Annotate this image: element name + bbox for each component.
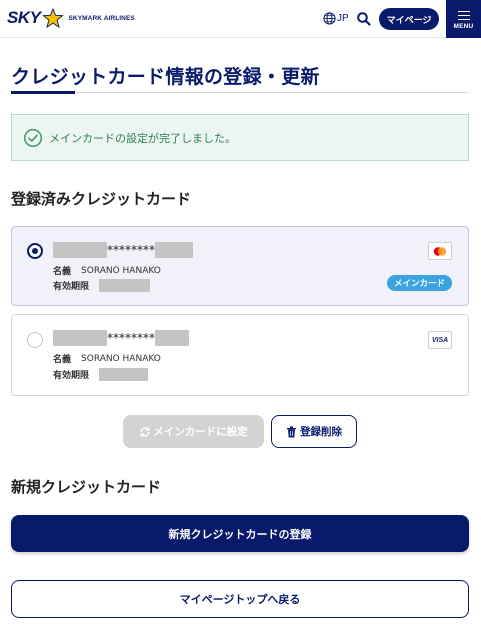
main-card-badge: メインカード xyxy=(387,275,452,291)
mypage-button[interactable]: マイページ xyxy=(379,8,439,30)
star-icon xyxy=(42,8,65,28)
registered-cards-heading: 登録済みクレジットカード xyxy=(11,190,192,208)
success-notice: メインカードの設定が完了しました。 xyxy=(11,114,469,161)
card-number-stars: ******** xyxy=(107,243,155,257)
delete-card-label: 登録削除 xyxy=(300,426,342,438)
card-holder-label: 名義 xyxy=(53,355,72,365)
masked-number-block xyxy=(155,330,189,346)
title-accent-bar xyxy=(11,91,75,94)
masked-number-block xyxy=(155,242,193,258)
masked-number-block xyxy=(53,242,107,258)
hamburger-icon xyxy=(457,10,470,20)
card-number: ******** xyxy=(53,242,193,258)
visa-icon: VISA xyxy=(428,331,452,349)
masked-expiry xyxy=(99,279,151,292)
title-divider xyxy=(11,92,469,93)
logo-subtext: SKYMARK AIRLINES xyxy=(68,14,135,22)
mastercard-icon xyxy=(428,242,452,260)
credit-card-item[interactable]: ******** 名義 SORANO HANAKO 有効期限 VISA xyxy=(11,314,469,396)
card-radio-selected[interactable] xyxy=(27,243,43,259)
trash-icon xyxy=(287,426,296,437)
card-holder-label: 名義 xyxy=(53,267,72,277)
menu-label: MENU xyxy=(453,22,474,30)
menu-button[interactable]: MENU xyxy=(446,0,481,38)
card-number: ******** xyxy=(53,330,189,346)
masked-number-block xyxy=(53,330,107,346)
globe-icon xyxy=(323,12,336,25)
back-to-mypage-button[interactable]: マイページトップへ戻る xyxy=(11,580,469,618)
visa-text: VISA xyxy=(431,336,449,344)
refresh-icon xyxy=(140,426,150,437)
logo-text: SKY xyxy=(7,8,41,27)
card-expiry-row: 有効期限 xyxy=(53,279,151,292)
card-expiry-label: 有効期限 xyxy=(53,371,90,381)
skymark-logo[interactable]: SKY SKYMARK AIRLINES xyxy=(7,8,135,28)
language-label: JP xyxy=(337,13,349,24)
card-number-stars: ******** xyxy=(107,331,155,345)
page-title: クレジットカード情報の登録・更新 xyxy=(11,66,320,88)
search-icon[interactable] xyxy=(356,11,372,27)
card-holder-value: SORANO HANAKO xyxy=(81,353,161,364)
card-radio-unselected[interactable] xyxy=(27,332,43,348)
new-card-heading: 新規クレジットカード xyxy=(11,478,162,496)
set-main-card-button[interactable]: メインカードに設定 xyxy=(123,415,264,448)
masked-expiry xyxy=(99,368,149,381)
delete-card-button[interactable]: 登録削除 xyxy=(271,415,357,448)
card-holder-row: 名義 SORANO HANAKO xyxy=(53,352,161,366)
set-main-card-label: メインカードに設定 xyxy=(153,426,248,438)
credit-card-item[interactable]: ******** 名義 SORANO HANAKO 有効期限 メインカード xyxy=(11,226,469,306)
notice-text: メインカードの設定が完了しました。 xyxy=(49,131,236,145)
site-header: SKY SKYMARK AIRLINES JP マイページ MENU xyxy=(0,0,481,38)
card-holder-value: SORANO HANAKO xyxy=(81,265,161,276)
card-expiry-label: 有効期限 xyxy=(53,282,90,292)
language-selector[interactable]: JP xyxy=(323,12,349,25)
check-circle-icon xyxy=(23,128,43,147)
card-holder-row: 名義 SORANO HANAKO xyxy=(53,264,161,278)
card-expiry-row: 有効期限 xyxy=(53,368,149,381)
register-new-card-button[interactable]: 新規クレジットカードの登録 xyxy=(11,515,469,552)
